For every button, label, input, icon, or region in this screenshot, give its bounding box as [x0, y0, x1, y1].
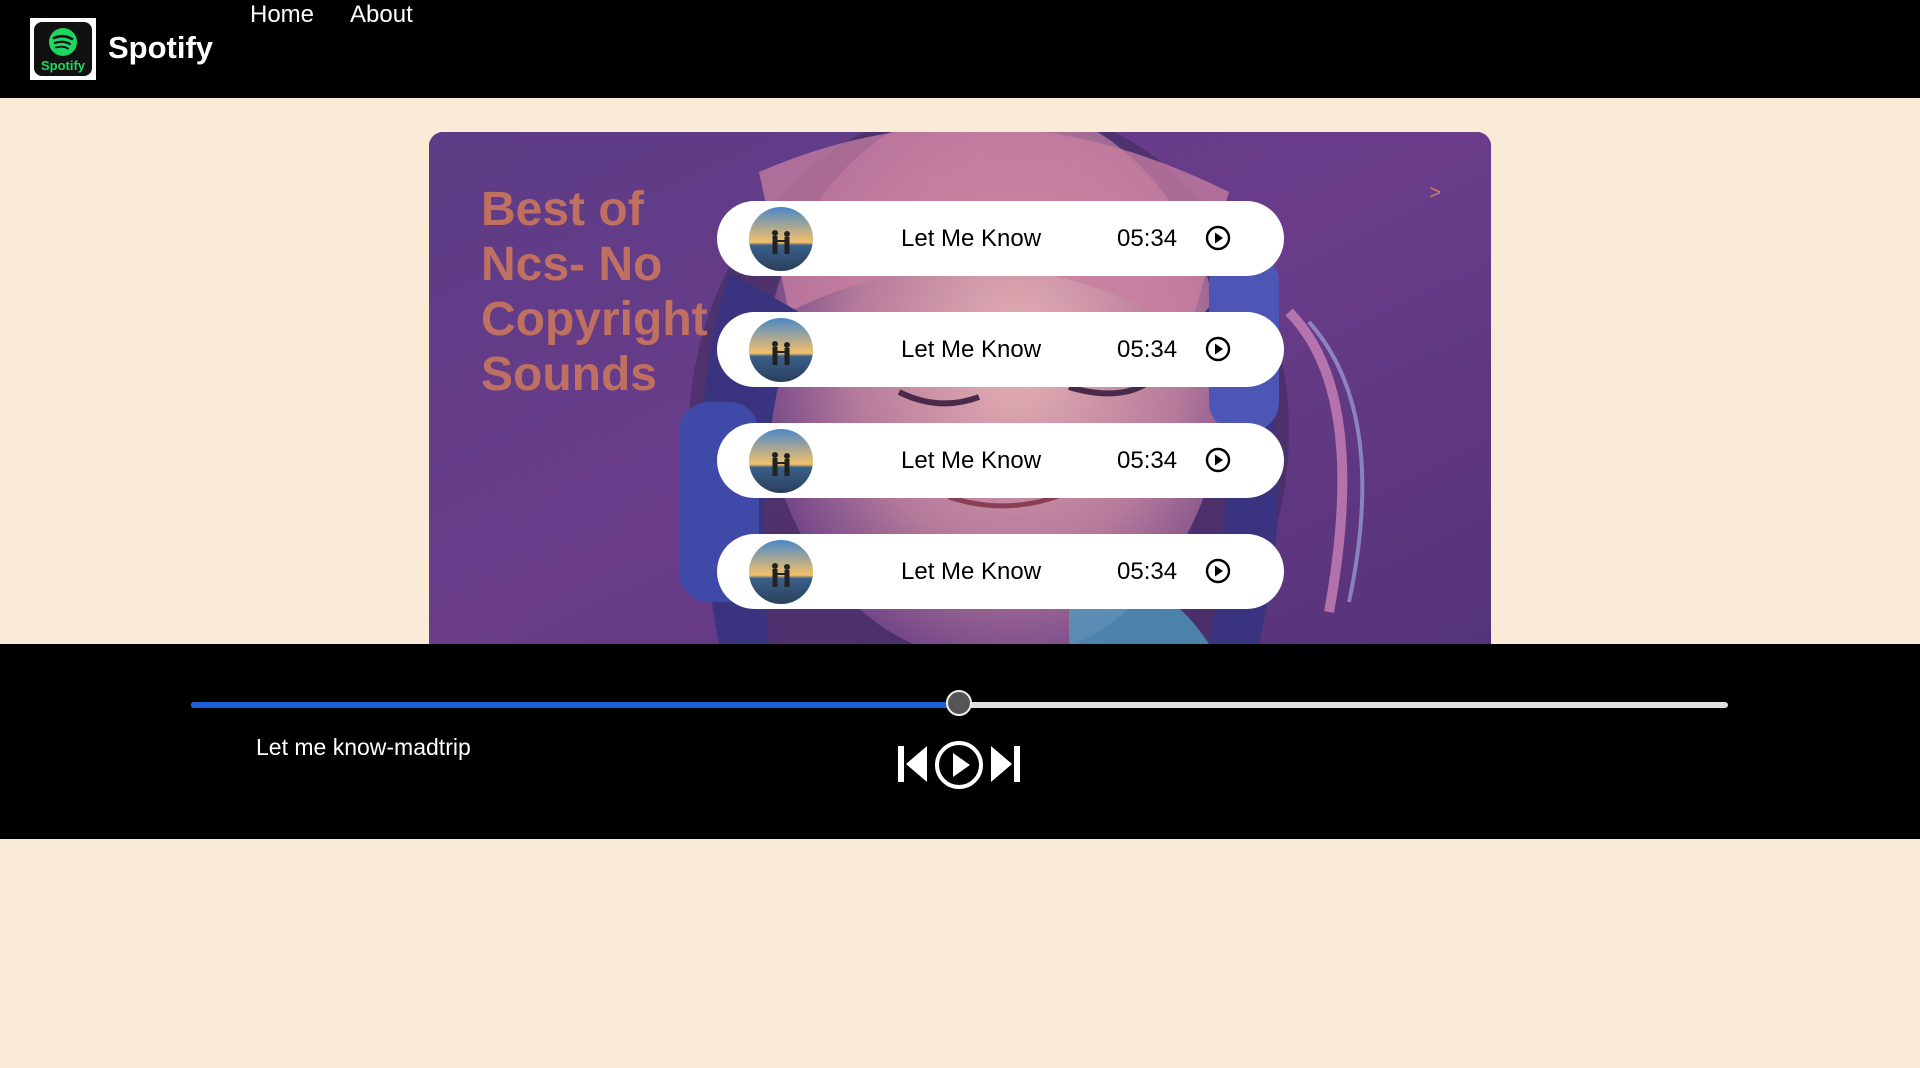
song-title: Let Me Know — [901, 558, 1042, 585]
song-item[interactable]: Let Me Know 05:34 — [717, 534, 1284, 609]
nav-links: Home About — [250, 1, 413, 29]
previous-icon[interactable] — [898, 744, 928, 784]
song-title: Let Me Know — [901, 225, 1042, 252]
song-duration: 05:34 — [1117, 336, 1178, 363]
play-circle-icon[interactable] — [1205, 447, 1231, 473]
song-duration: 05:34 — [1117, 558, 1178, 585]
progress-fill — [191, 702, 960, 708]
song-thumbnail — [749, 540, 813, 604]
top-navbar: Spotify Spotify Home About — [0, 0, 1920, 98]
play-icon[interactable] — [934, 740, 984, 790]
spotify-logo-icon: Spotify — [34, 22, 92, 76]
song-item[interactable]: Let Me Know 05:34 — [717, 312, 1284, 387]
play-circle-icon[interactable] — [1205, 336, 1231, 362]
progress-handle[interactable] — [945, 690, 972, 716]
nav-link-about[interactable]: About — [350, 1, 413, 29]
nav-link-home[interactable]: Home — [250, 1, 314, 29]
playback-controls — [898, 741, 1022, 798]
next-arrow-button[interactable]: > — [1429, 182, 1441, 205]
progress-slider[interactable] — [191, 690, 1728, 716]
song-thumbnail — [749, 429, 813, 493]
song-thumbnail — [749, 207, 813, 271]
song-thumbnail — [749, 318, 813, 382]
play-circle-icon[interactable] — [1205, 225, 1231, 251]
play-circle-icon[interactable] — [1205, 558, 1231, 584]
playlist-banner: Best of Ncs- No Copyright Sounds > Let M… — [429, 132, 1491, 644]
song-list: Let Me Know 05:34 Let Me Know 05:34 Let … — [717, 201, 1284, 644]
next-icon[interactable] — [990, 744, 1020, 784]
now-playing-title: Let me know-madtrip — [256, 734, 471, 760]
song-duration: 05:34 — [1117, 447, 1178, 474]
logo-wordmark: Spotify — [40, 58, 86, 73]
song-item[interactable]: Let Me Know 05:34 — [717, 423, 1284, 498]
song-duration: 05:34 — [1117, 225, 1178, 252]
playlist-title: Best of Ncs- No Copyright Sounds — [481, 183, 708, 401]
player-bar: Let me know-madtrip — [0, 644, 1920, 839]
song-title: Let Me Know — [901, 447, 1042, 474]
song-title: Let Me Know — [901, 336, 1042, 363]
brand-name[interactable]: Spotify — [108, 30, 213, 66]
spotify-logo[interactable]: Spotify — [30, 18, 96, 80]
song-item[interactable]: Let Me Know 05:34 — [717, 201, 1284, 276]
